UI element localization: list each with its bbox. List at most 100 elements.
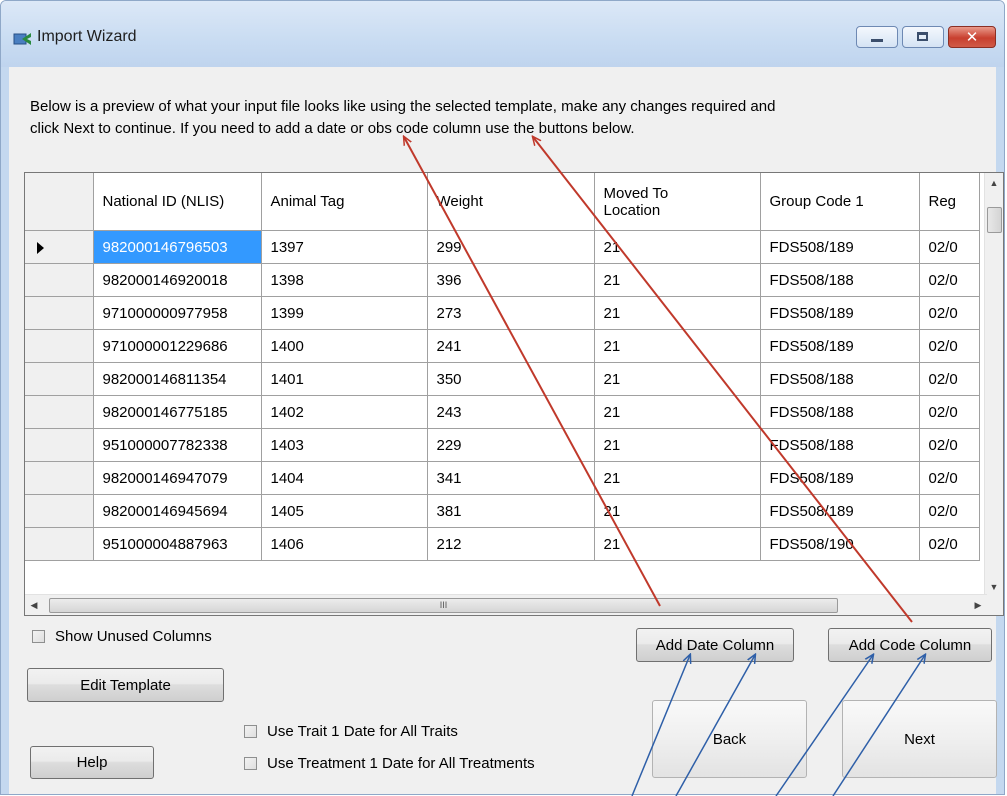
table-cell[interactable]: 02/0 [919,395,980,429]
table-row[interactable]: 982000146775185 1402 243 21 FDS508/188 02/0 [25,395,980,429]
preview-data-grid[interactable]: National ID (NLIS) Animal Tag Weight Mov… [24,172,1004,616]
table-cell[interactable]: FDS508/188 [760,395,920,429]
table-row[interactable]: 982000146796503 1397 299 21 FDS508/189 02/0 [25,230,980,264]
scroll-down-icon[interactable]: ▼ [985,579,1003,595]
column-header[interactable]: Moved To Location [594,173,761,231]
table-cell[interactable]: 1401 [261,362,428,396]
row-header[interactable] [25,494,94,528]
row-header[interactable] [25,230,94,264]
checkbox-box[interactable] [244,757,257,770]
row-header[interactable] [25,527,94,561]
column-header[interactable]: Reg [919,173,980,231]
table-cell[interactable]: 21 [594,296,761,330]
horizontal-scroll-thumb[interactable]: III [49,598,838,613]
table-cell[interactable]: 982000146947079 [93,461,262,495]
table-row[interactable]: 971000000977958 1399 273 21 FDS508/189 02/0 [25,296,980,330]
column-header[interactable]: National ID (NLIS) [93,173,262,231]
table-cell[interactable]: FDS508/188 [760,362,920,396]
table-cell[interactable]: 02/0 [919,362,980,396]
add-date-column-button[interactable]: Add Date Column [636,628,794,662]
help-button[interactable]: Help [30,746,154,779]
table-cell[interactable]: 1404 [261,461,428,495]
title-bar[interactable]: Import Wizard ✕ [1,1,1004,67]
table-row[interactable]: 971000001229686 1400 241 21 FDS508/189 02/0 [25,329,980,363]
table-cell[interactable]: 21 [594,329,761,363]
use-trait-date-checkbox[interactable]: Use Trait 1 Date for All Traits [244,723,458,740]
table-row[interactable]: 982000146920018 1398 396 21 FDS508/188 02/0 [25,263,980,297]
table-cell[interactable]: 982000146945694 [93,494,262,528]
table-cell[interactable]: 982000146811354 [93,362,262,396]
row-header[interactable] [25,263,94,297]
table-cell[interactable]: 02/0 [919,461,980,495]
close-button[interactable]: ✕ [948,26,996,48]
table-cell[interactable]: FDS508/189 [760,230,920,264]
table-cell[interactable]: 21 [594,395,761,429]
row-header[interactable] [25,296,94,330]
table-cell[interactable]: 951000004887963 [93,527,262,561]
table-row[interactable]: 982000146945694 1405 381 21 FDS508/189 02/0 [25,494,980,528]
table-cell[interactable]: FDS508/190 [760,527,920,561]
table-cell[interactable]: 1398 [261,263,428,297]
table-cell[interactable]: 1405 [261,494,428,528]
scroll-left-icon[interactable]: ◀ [25,595,43,615]
horizontal-scrollbar[interactable]: ◀ III ▶ [25,594,987,615]
row-header[interactable] [25,428,94,462]
row-header[interactable] [25,329,94,363]
table-cell[interactable]: 1397 [261,230,428,264]
maximize-button[interactable] [902,26,944,48]
table-cell[interactable]: 21 [594,263,761,297]
checkbox-box[interactable] [32,630,45,643]
table-cell[interactable]: 1406 [261,527,428,561]
table-cell[interactable]: 02/0 [919,428,980,462]
table-row[interactable]: 982000146811354 1401 350 21 FDS508/188 02/0 [25,362,980,396]
row-header[interactable] [25,362,94,396]
table-cell[interactable]: 241 [427,329,595,363]
table-cell[interactable]: 982000146920018 [93,263,262,297]
table-row[interactable]: 982000146947079 1404 341 21 FDS508/189 02/0 [25,461,980,495]
table-cell[interactable]: FDS508/189 [760,461,920,495]
table-cell[interactable]: 02/0 [919,527,980,561]
table-cell[interactable]: 1402 [261,395,428,429]
table-cell[interactable]: 02/0 [919,296,980,330]
table-cell[interactable]: 21 [594,461,761,495]
table-cell[interactable]: FDS508/189 [760,296,920,330]
table-cell[interactable]: 396 [427,263,595,297]
table-cell[interactable]: 21 [594,230,761,264]
table-cell[interactable]: 02/0 [919,230,980,264]
use-treatment-date-checkbox[interactable]: Use Treatment 1 Date for All Treatments [244,755,535,772]
table-cell[interactable]: FDS508/189 [760,494,920,528]
table-cell[interactable]: 02/0 [919,329,980,363]
table-cell[interactable]: 02/0 [919,494,980,528]
show-unused-columns-checkbox[interactable]: Show Unused Columns [32,628,212,645]
table-cell[interactable]: 02/0 [919,263,980,297]
table-cell[interactable]: 350 [427,362,595,396]
table-row[interactable]: 951000004887963 1406 212 21 FDS508/190 02/0 [25,527,980,561]
column-header[interactable]: Group Code 1 [760,173,920,231]
table-cell[interactable]: FDS508/189 [760,329,920,363]
column-header[interactable]: Weight [427,173,595,231]
scroll-up-icon[interactable]: ▲ [985,175,1003,191]
table-cell[interactable]: 982000146796503 [93,230,262,264]
table-cell[interactable]: 21 [594,527,761,561]
row-header[interactable] [25,395,94,429]
column-header[interactable]: Animal Tag [261,173,428,231]
row-header-corner[interactable] [25,173,94,231]
table-cell[interactable]: 971000000977958 [93,296,262,330]
table-cell[interactable]: 982000146775185 [93,395,262,429]
table-cell[interactable]: 1400 [261,329,428,363]
vertical-scroll-thumb[interactable] [987,207,1002,233]
table-row[interactable]: 951000007782338 1403 229 21 FDS508/188 02/0 [25,428,980,462]
minimize-button[interactable] [856,26,898,48]
row-header[interactable] [25,461,94,495]
vertical-scrollbar[interactable]: ▲ ▼ [984,173,1003,597]
table-cell[interactable]: 1403 [261,428,428,462]
checkbox-box[interactable] [244,725,257,738]
table-cell[interactable]: 299 [427,230,595,264]
table-cell[interactable]: 243 [427,395,595,429]
edit-template-button[interactable]: Edit Template [27,668,224,702]
table-cell[interactable]: 971000001229686 [93,329,262,363]
table-cell[interactable]: 951000007782338 [93,428,262,462]
back-button[interactable]: Back [652,700,807,778]
next-button[interactable]: Next [842,700,997,778]
table-cell[interactable]: 21 [594,494,761,528]
